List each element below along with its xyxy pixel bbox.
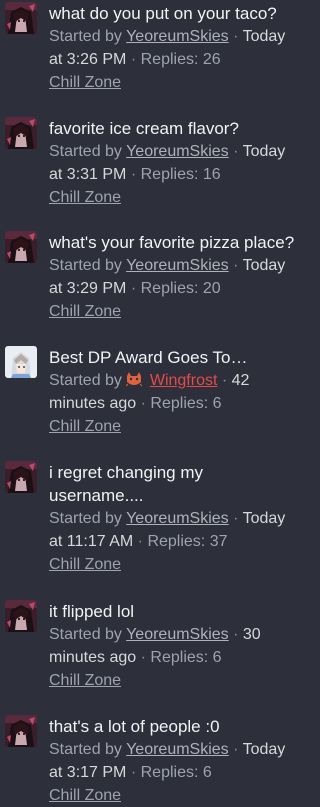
started-by-label: Started by <box>49 741 122 758</box>
thread-title-link[interactable]: that's a lot of people :0 <box>49 715 301 738</box>
thread-title-link[interactable]: what's your favorite pizza place? <box>49 231 301 254</box>
forum-link[interactable]: Chill Zone <box>49 553 121 576</box>
author-link[interactable]: YeoreumSkies <box>126 28 229 45</box>
avatar-yeoreumskies[interactable] <box>5 600 37 632</box>
author-link[interactable]: Wingfrost <box>150 372 218 389</box>
avatar-yeoreumskies[interactable] <box>5 715 37 747</box>
thread-meta: Started by YeoreumSkies · Today at 3:31 … <box>49 140 301 186</box>
thread-meta: Started by YeoreumSkies · Today at 3:17 … <box>49 738 301 784</box>
author-link[interactable]: YeoreumSkies <box>126 257 229 274</box>
meta-separator: · <box>233 510 239 527</box>
started-by-label: Started by <box>49 626 122 643</box>
thread-meta: Started by Wingfrost · 42 minutes ago · … <box>49 369 301 415</box>
started-by-label: Started by <box>49 257 122 274</box>
meta-separator: · <box>233 741 239 758</box>
author-link[interactable]: YeoreumSkies <box>126 510 229 527</box>
reply-count: Replies: 37 <box>147 533 228 550</box>
author-link[interactable]: YeoreumSkies <box>126 741 229 758</box>
forum-link[interactable]: Chill Zone <box>49 784 121 807</box>
reply-count: Replies: 6 <box>150 649 222 666</box>
avatar-yeoreumskies[interactable] <box>5 231 37 263</box>
thread-title-link[interactable]: favorite ice cream flavor? <box>49 117 301 140</box>
meta-separator: · <box>233 28 239 45</box>
meta-separator: · <box>130 764 137 781</box>
reply-count: Replies: 26 <box>140 51 221 68</box>
thread-meta: Started by YeoreumSkies · Today at 11:17… <box>49 507 301 553</box>
reply-count: Replies: 6 <box>150 395 222 412</box>
forum-link[interactable]: Chill Zone <box>49 300 121 323</box>
forum-link[interactable]: Chill Zone <box>49 71 121 94</box>
started-by-label: Started by <box>49 372 122 389</box>
avatar-wingfrost[interactable] <box>5 346 37 378</box>
started-by-label: Started by <box>49 510 122 527</box>
thread-meta: Started by YeoreumSkies · Today at 3:29 … <box>49 254 301 300</box>
meta-separator: · <box>233 626 239 643</box>
meta-separator: · <box>130 51 137 68</box>
thread-title-link[interactable]: Best DP Award Goes To… <box>49 346 301 369</box>
meta-separator: · <box>221 372 228 389</box>
thread-title-link[interactable]: what do you put on your taco? <box>49 2 301 25</box>
author-link[interactable]: YeoreumSkies <box>126 143 229 160</box>
avatar-yeoreumskies[interactable] <box>5 2 37 34</box>
thread-title-link[interactable]: it flipped lol <box>49 600 301 623</box>
forum-link[interactable]: Chill Zone <box>49 669 121 692</box>
avatar-yeoreumskies[interactable] <box>5 461 37 493</box>
reply-count: Replies: 6 <box>140 764 212 781</box>
meta-separator: · <box>130 280 137 297</box>
meta-separator: · <box>137 533 143 550</box>
avatar-yeoreumskies[interactable] <box>5 117 37 149</box>
meta-separator: · <box>233 257 239 274</box>
thread-meta: Started by YeoreumSkies · Today at 3:26 … <box>49 25 301 71</box>
cat-badge-icon <box>126 372 143 387</box>
started-by-label: Started by <box>49 28 122 45</box>
thread-meta: Started by YeoreumSkies · 30 minutes ago… <box>49 623 301 669</box>
meta-separator: · <box>233 143 239 160</box>
reply-count: Replies: 20 <box>140 280 221 297</box>
meta-separator: · <box>130 166 137 183</box>
meta-separator: · <box>140 649 146 666</box>
forum-link[interactable]: Chill Zone <box>49 186 121 209</box>
started-by-label: Started by <box>49 143 122 160</box>
thread-title-link[interactable]: i regret changing my username.... <box>49 461 301 507</box>
reply-count: Replies: 16 <box>140 166 221 183</box>
forum-link[interactable]: Chill Zone <box>49 415 121 438</box>
meta-separator: · <box>140 395 146 412</box>
author-link[interactable]: YeoreumSkies <box>126 626 229 643</box>
